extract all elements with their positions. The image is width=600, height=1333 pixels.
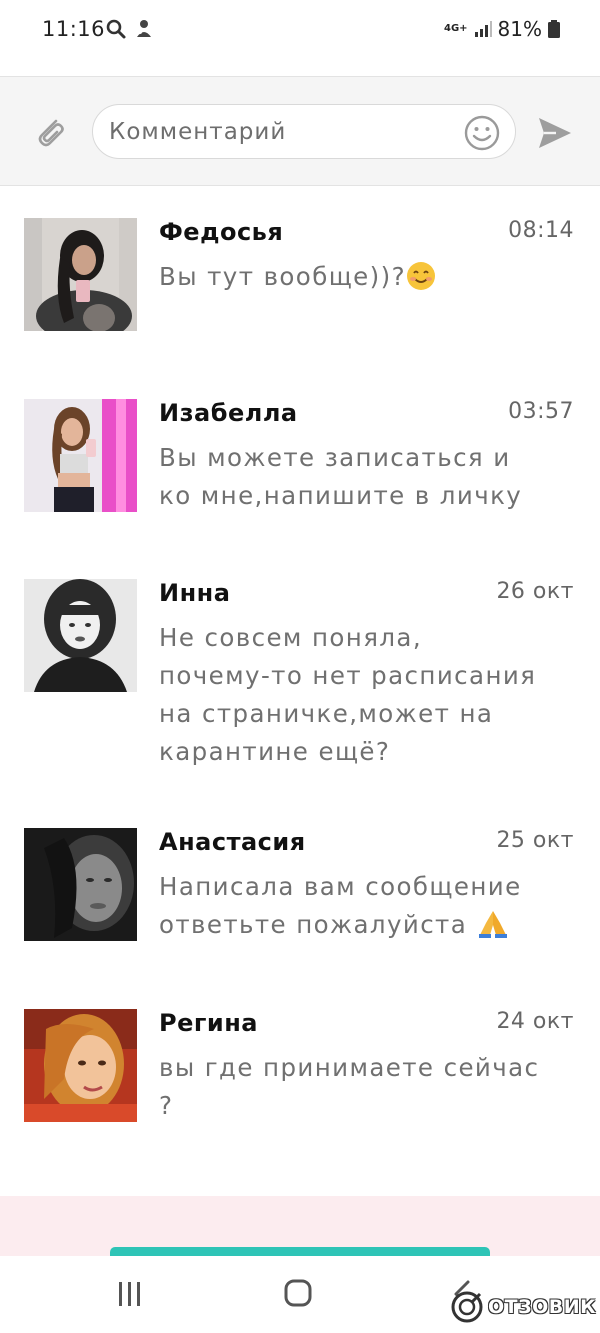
- status-time: 11:16: [42, 17, 106, 41]
- sender-name: Анастасия: [159, 828, 306, 856]
- action-button[interactable]: [110, 1247, 490, 1256]
- otzovik-logo-icon: [451, 1291, 483, 1323]
- search-icon: [106, 19, 126, 39]
- send-icon[interactable]: [536, 115, 574, 151]
- message-line: ко мне,напишите в личку: [159, 481, 523, 510]
- comment-composer: [0, 76, 600, 186]
- message-line: почему-то нет расписания: [159, 661, 537, 690]
- attach-icon[interactable]: [30, 112, 70, 152]
- message-line: Вы можете записаться и: [159, 443, 511, 472]
- message-text: Вы тут вообще))?: [159, 258, 579, 296]
- folded-hands-emoji-icon: [479, 911, 508, 938]
- message-line: вы где принимаете сейчас: [159, 1053, 540, 1082]
- sender-name: Инна: [159, 579, 231, 607]
- avatar: [24, 399, 137, 512]
- smiling-face-emoji-icon: [406, 262, 435, 290]
- message-text: Не совсем поняла, почему-то нет расписан…: [159, 619, 579, 771]
- message-time: 25 окт: [496, 828, 574, 853]
- comment-box[interactable]: [92, 104, 516, 159]
- watermark-text: ОТЗОВИК: [488, 1296, 597, 1318]
- notification-icon: [137, 20, 151, 37]
- message-line: ответьте пожалуйста: [159, 906, 579, 944]
- sender-name: Изабелла: [159, 399, 298, 427]
- status-bar: 11:16 4G+ 81%: [0, 0, 600, 62]
- message-line: на страничке,может на: [159, 699, 494, 728]
- battery-percent: 81%: [497, 17, 542, 41]
- message-line: карантине ещё?: [159, 737, 391, 766]
- emoji-icon[interactable]: [463, 114, 501, 152]
- network-type: 4G+: [444, 23, 468, 34]
- message-line: Вы тут вообще))?: [159, 262, 406, 291]
- message-item[interactable]: Изабелла 03:57 Вы можете записаться и ко…: [0, 399, 600, 549]
- watermark: ОТЗОВИК: [450, 1290, 596, 1324]
- message-text: Вы можете записаться и ко мне,напишите в…: [159, 439, 579, 515]
- message-time: 03:57: [508, 399, 574, 424]
- message-item[interactable]: Регина 24 окт вы где принимаете сейчас ?: [0, 1009, 600, 1159]
- message-line: Не совсем поняла,: [159, 623, 423, 652]
- avatar: [24, 828, 137, 941]
- message-text: Написала вам сообщение ответьте пожалуйс…: [159, 868, 579, 944]
- message-item[interactable]: Федосья 08:14 Вы тут вообще))?: [0, 218, 600, 368]
- message-line: Написала вам сообщение: [159, 872, 522, 901]
- message-time: 08:14: [508, 218, 574, 243]
- recent-apps-icon[interactable]: [112, 1278, 148, 1310]
- message-line: ?: [159, 1091, 174, 1120]
- message-item[interactable]: Анастасия 25 окт Написала вам сообщение …: [0, 828, 600, 978]
- sender-name: Регина: [159, 1009, 258, 1037]
- battery-icon: [548, 20, 560, 38]
- message-text: вы где принимаете сейчас ?: [159, 1049, 579, 1125]
- status-right: 4G+ 81%: [444, 17, 560, 41]
- avatar: [24, 1009, 137, 1122]
- message-time: 26 окт: [496, 579, 574, 604]
- avatar: [24, 218, 137, 331]
- message-line-text: ответьте пожалуйста: [159, 910, 468, 939]
- message-time: 24 окт: [496, 1009, 574, 1034]
- sender-name: Федосья: [159, 218, 284, 246]
- comment-input[interactable]: [109, 117, 449, 147]
- signal-icon: [474, 21, 492, 37]
- home-icon[interactable]: [280, 1278, 316, 1310]
- message-item[interactable]: Инна 26 окт Не совсем поняла, почему-то …: [0, 579, 600, 809]
- avatar: [24, 579, 137, 692]
- message-list: Федосья 08:14 Вы тут вообще))? Изабелла …: [0, 186, 600, 1196]
